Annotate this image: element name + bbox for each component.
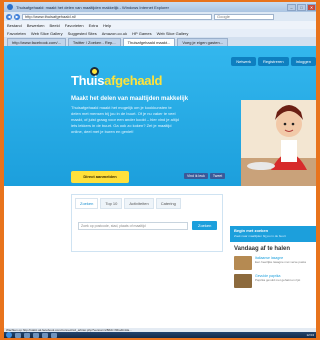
- browser-tab[interactable]: Twitter / Zoeken - Rep...: [67, 38, 121, 46]
- start-button[interactable]: [6, 332, 12, 338]
- browser-window: Thuisafgehaald: maakt het delen van maal…: [4, 2, 316, 338]
- site-logo[interactable]: Thuisafgehaald: [71, 73, 162, 88]
- facebook-like-button[interactable]: Vind ik leuk: [184, 173, 208, 179]
- web-page: Netwerk Registreren Inloggen Thuisafgeha…: [4, 46, 316, 328]
- windows-taskbar: 12:04: [4, 332, 316, 338]
- taskbar-app-icon[interactable]: [33, 332, 39, 338]
- taskbar-app-icon[interactable]: [51, 332, 57, 338]
- meal-search-button[interactable]: Zoeken: [192, 221, 218, 230]
- taskbar-app-icon[interactable]: [15, 332, 21, 338]
- search-form: Zoek op postcode, stad, plaats of maalti…: [78, 221, 218, 230]
- panel-header: Begin met zoeken Zoek naar maaltijden bi…: [230, 226, 316, 242]
- ie-icon: [7, 4, 13, 10]
- address-bar: ◀ ▶ http://www.thuisafgehaald.nl/ Google: [4, 12, 316, 21]
- search-tabs-box: Zoeken Top 10 Activiteiten Catering Zoek…: [71, 194, 223, 252]
- taskbar-app-icon[interactable]: [42, 332, 48, 338]
- tweet-button[interactable]: Tweet: [209, 173, 226, 179]
- favorites-item[interactable]: Web Slice Gallery: [31, 31, 63, 36]
- menu-item-view[interactable]: Beeld: [49, 23, 59, 28]
- meal-desc: Paprika gevuld met gehakt en rijst: [255, 278, 301, 282]
- meal-item[interactable]: Italiaanse lasagne Een heerlijke lasagne…: [230, 254, 316, 272]
- signup-button[interactable]: Direct aanmelden: [71, 171, 129, 183]
- browser-tabs: http://www.facebook.com/... Twitter / Zo…: [4, 37, 316, 46]
- meal-search-input[interactable]: Zoek op postcode, stad, plaats of maalti…: [78, 221, 188, 230]
- menu-item-file[interactable]: Bestand: [7, 23, 22, 28]
- browser-tab[interactable]: http://www.facebook.com/...: [7, 38, 66, 46]
- favorites-item[interactable]: Favorieten: [7, 31, 26, 36]
- window-title: Thuisafgehaald: maakt het delen van maal…: [16, 4, 169, 10]
- site-tagline: Maakt het delen van maaltijden makkelijk: [71, 96, 189, 102]
- maximize-button[interactable]: □: [297, 3, 306, 11]
- menu-item-tools[interactable]: Extra: [89, 23, 98, 28]
- browser-tab[interactable]: Voeg je eigen gasten...: [177, 38, 229, 46]
- tab-catering[interactable]: Catering: [155, 198, 181, 209]
- cook-illustration: [241, 100, 316, 186]
- meal-desc: Een heerlijke lasagne met verse pasta: [255, 260, 306, 264]
- favorites-item[interactable]: Suggested Sites: [68, 31, 97, 36]
- right-panel: Begin met zoeken Zoek naar maaltijden bi…: [230, 226, 316, 328]
- search-input[interactable]: Google: [214, 13, 274, 20]
- menu-bar: Bestand Bewerken Beeld Favorieten Extra …: [4, 21, 316, 29]
- hero-section: Netwerk Registreren Inloggen Thuisafgeha…: [4, 46, 316, 186]
- menu-item-edit[interactable]: Bewerken: [27, 23, 45, 28]
- tab-top10[interactable]: Top 10: [100, 198, 123, 209]
- meal-item[interactable]: Gevulde paprika Paprika gevuld met gehak…: [230, 272, 316, 290]
- window-titlebar[interactable]: Thuisafgehaald: maakt het delen van maal…: [4, 2, 316, 12]
- nav-register[interactable]: Registreren: [257, 57, 289, 66]
- nav-login[interactable]: Inloggen: [290, 57, 316, 66]
- minimize-button[interactable]: –: [287, 3, 296, 11]
- intro-text: Thuisafgehaald maakt het mogelijk om je …: [71, 105, 179, 134]
- menu-item-favorites[interactable]: Favorieten: [65, 23, 84, 28]
- favorites-item[interactable]: HP Games: [132, 31, 152, 36]
- tab-zoeken[interactable]: Zoeken: [75, 198, 99, 209]
- meal-thumbnail: [234, 274, 252, 288]
- nav-network[interactable]: Netwerk: [231, 57, 256, 66]
- taskbar-clock: 12:04: [306, 333, 314, 337]
- favorites-item[interactable]: Web Slice Gallery: [157, 31, 189, 36]
- social-buttons: Vind ik leuk Tweet: [184, 173, 226, 179]
- site-nav: Netwerk Registreren Inloggen: [231, 57, 316, 66]
- panel-title: Begin met zoeken: [234, 228, 269, 233]
- close-button[interactable]: ✕: [307, 3, 316, 11]
- url-input[interactable]: http://www.thuisafgehaald.nl/: [22, 13, 212, 20]
- taskbar-app-icon[interactable]: [24, 332, 30, 338]
- section-title: Vandaag af te halen: [234, 246, 291, 252]
- logo-accent: afgehaald: [104, 73, 163, 88]
- tab-activiteiten[interactable]: Activiteiten: [124, 198, 154, 209]
- favorites-bar: Favorieten Web Slice Gallery Suggested S…: [4, 29, 316, 37]
- back-button[interactable]: ◀: [6, 13, 12, 20]
- favorites-item[interactable]: Amazon.co.uk: [102, 31, 127, 36]
- panel-subtitle: Zoek naar maaltijden bij jou in de buurt: [234, 234, 286, 238]
- logo-main: Thuis: [71, 73, 105, 88]
- meal-thumbnail: [234, 256, 252, 270]
- content-tabs: Zoeken Top 10 Activiteiten Catering: [72, 195, 222, 212]
- forward-button[interactable]: ▶: [14, 13, 20, 20]
- browser-tab-active[interactable]: Thuisafgehaald maakt...: [122, 38, 176, 46]
- menu-item-help[interactable]: Help: [103, 23, 111, 28]
